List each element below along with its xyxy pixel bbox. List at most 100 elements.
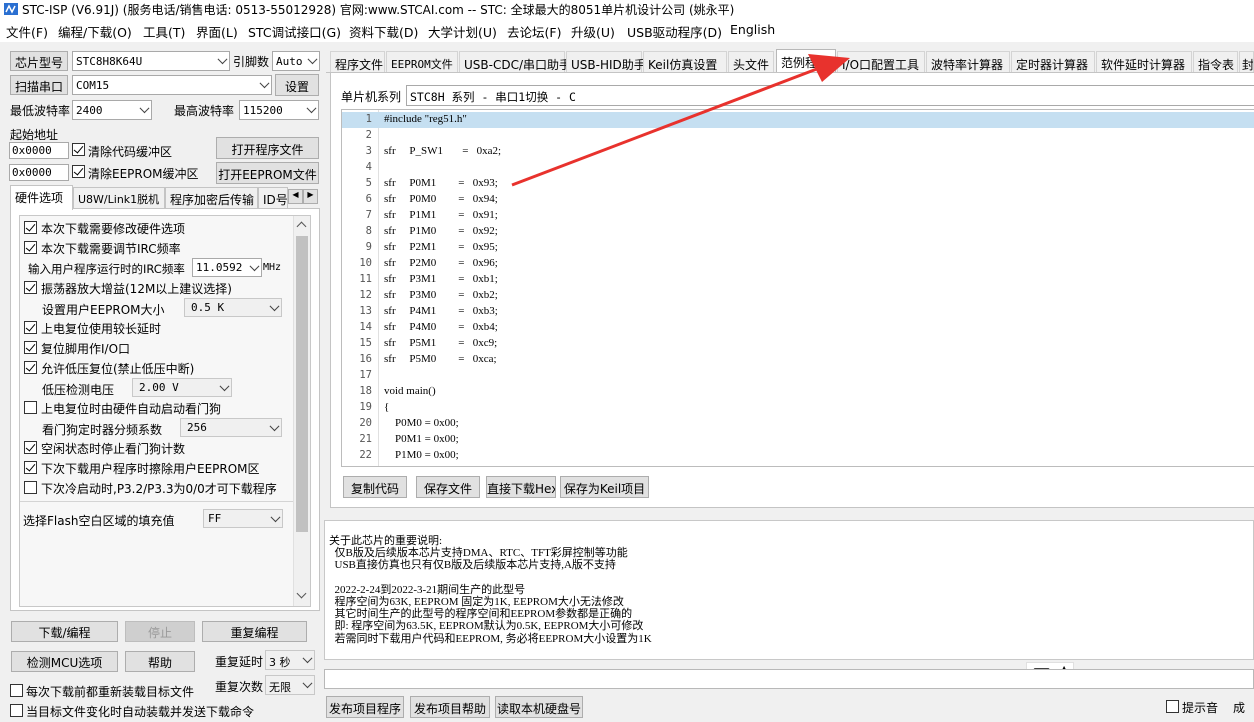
chip-type-select[interactable]: STC8H8K64U xyxy=(72,51,230,71)
auto-load-checkbox[interactable] xyxy=(10,704,23,717)
code-text: void main() xyxy=(384,385,436,397)
help-button[interactable]: 帮助 xyxy=(125,651,195,672)
scroll-up-icon[interactable] xyxy=(296,221,307,232)
direct-download-hex-button[interactable]: 直接下载Hex xyxy=(486,476,556,498)
download-button[interactable]: 下载/编程 xyxy=(11,621,118,642)
scan-port-button[interactable]: 扫描串口 xyxy=(10,75,68,95)
info-line: 2022-2-24到2022-3-21期间生产的此型号 xyxy=(329,583,526,596)
code-line: 13 sfr P4M1 = 0xb3; xyxy=(342,304,1254,320)
flash-fill-select[interactable]: FF xyxy=(203,509,283,528)
tab-hardware-options[interactable]: 硬件选项 xyxy=(10,185,73,210)
info-line: 即: 程序空间为63.5K, EEPROM默认为0.5K, EEPROM大小可修… xyxy=(329,620,644,633)
chevron-down-icon xyxy=(139,103,150,114)
status-input[interactable] xyxy=(324,669,1254,689)
line-number: 1 xyxy=(365,113,372,125)
tab-scroll-left-icon[interactable]: ◀ xyxy=(288,189,303,204)
save-keil-project-button[interactable]: 保存为Keil项目 xyxy=(560,476,649,498)
code-line: 11 sfr P3M1 = 0xb1; xyxy=(342,272,1254,288)
publish-help-button[interactable]: 发布项目帮助 xyxy=(410,696,490,718)
tab-u8w-offline[interactable]: U8W/Link1脱机 xyxy=(73,187,165,209)
tab-timer-calculator[interactable]: 定时器计算器 xyxy=(1011,51,1095,73)
opt-adjust-irc-checkbox[interactable] xyxy=(24,241,37,254)
code-line: 23 P1M1 = 0x00; xyxy=(342,464,1254,466)
line-number: 9 xyxy=(365,241,372,253)
wdt-prescaler-select[interactable]: 256 xyxy=(180,418,282,437)
menu-tools[interactable]: 工具(T) xyxy=(143,22,185,41)
stop-button[interactable]: 停止 xyxy=(125,621,195,642)
max-baud-label: 最高波特率 xyxy=(174,104,235,118)
max-baud-select[interactable]: 115200 xyxy=(239,100,319,120)
menu-file[interactable]: 文件(F) xyxy=(6,22,48,41)
opt-modify-hw-checkbox[interactable] xyxy=(24,221,37,234)
min-baud-select[interactable]: 2400 xyxy=(72,100,152,120)
menu-usb-driver[interactable]: USB驱动程序(D) xyxy=(627,22,722,41)
menu-forum[interactable]: 去论坛(F) xyxy=(507,22,561,41)
read-disk-id-button[interactable]: 读取本机硬盘号 xyxy=(495,696,583,718)
copy-code-button[interactable]: 复制代码 xyxy=(343,476,407,498)
hardware-options-panel: 本次下载需要修改硬件选项 本次下载需要调节IRC频率 输入用户程序运行时的IRC… xyxy=(10,208,320,611)
tab-scroll-right-icon[interactable]: ▶ xyxy=(303,189,318,204)
opt-idle-stop-wdt-checkbox[interactable] xyxy=(24,441,37,454)
opt-osc-gain-checkbox[interactable] xyxy=(24,281,37,294)
tab-program-file[interactable]: 程序文件 xyxy=(330,51,385,73)
opt-idle-stop-wdt-label: 空闲状态时停止看门狗计数 xyxy=(41,442,186,456)
lvd-voltage-select[interactable]: 2.00 V xyxy=(132,378,232,397)
tab-delay-calculator[interactable]: 软件延时计算器 xyxy=(1096,51,1192,73)
code-line: 12 sfr P3M0 = 0xb2; xyxy=(342,288,1254,304)
code-address-input[interactable]: 0x0000 xyxy=(9,142,69,159)
left-tab-strip: 硬件选项 U8W/Link1脱机 程序加密后传输 ID号 ◀ ▶ xyxy=(10,185,320,210)
detect-mcu-button[interactable]: 检测MCU选项 xyxy=(11,651,118,672)
reload-file-checkbox[interactable] xyxy=(10,684,23,697)
chevron-down-icon xyxy=(306,103,317,114)
eeprom-size-select[interactable]: 0.5 K xyxy=(184,298,282,317)
port-select[interactable]: COM15 xyxy=(72,75,272,95)
menu-debug[interactable]: STC调试接口(G) xyxy=(248,22,341,41)
info-line: 仅B版及后续版本芯片支持DMA、RTC、TFT彩屏控制等功能 xyxy=(329,547,628,560)
scroll-thumb[interactable] xyxy=(296,236,308,532)
settings-button[interactable]: 设置 xyxy=(275,74,319,96)
publish-program-button[interactable]: 发布项目程序 xyxy=(326,696,404,718)
tab-package[interactable]: 封 xyxy=(1239,51,1254,73)
menu-university[interactable]: 大学计划(U) xyxy=(428,22,497,41)
irc-frequency-select[interactable]: 11.0592 xyxy=(192,258,262,277)
clear-code-checkbox[interactable] xyxy=(72,143,85,156)
menu-upgrade[interactable]: 升级(U) xyxy=(571,22,615,41)
repeat-delay-select[interactable]: 3 秒 xyxy=(265,650,315,670)
hardware-options-list: 本次下载需要修改硬件选项 本次下载需要调节IRC频率 输入用户程序运行时的IRC… xyxy=(19,215,311,607)
clear-eeprom-checkbox[interactable] xyxy=(72,165,85,178)
opt-long-delay-checkbox[interactable] xyxy=(24,321,37,334)
tab-id[interactable]: ID号 xyxy=(258,187,288,209)
opt-low-voltage-reset-checkbox[interactable] xyxy=(24,361,37,374)
save-file-button[interactable]: 保存文件 xyxy=(416,476,480,498)
opt-erase-eeprom-checkbox[interactable] xyxy=(24,461,37,474)
opt-reset-io-checkbox[interactable] xyxy=(24,341,37,354)
reprogram-button[interactable]: 重复编程 xyxy=(202,621,307,642)
repeat-count-select[interactable]: 无限 xyxy=(265,675,315,695)
opt-auto-watchdog-checkbox[interactable] xyxy=(24,401,37,414)
pin-count-label: 引脚数 xyxy=(233,55,270,69)
scroll-down-icon[interactable] xyxy=(296,588,307,599)
code-text: P1M1 = 0x00; xyxy=(384,465,459,466)
red-arrow-annotation xyxy=(511,54,850,187)
eeprom-address-input[interactable]: 0x0000 xyxy=(9,164,69,181)
chevron-down-icon xyxy=(302,653,313,664)
code-line: 16 sfr P5M0 = 0xca; xyxy=(342,352,1254,368)
tab-encrypted-transfer[interactable]: 程序加密后传输 xyxy=(165,187,258,209)
menu-english[interactable]: English xyxy=(730,22,775,37)
menu-program[interactable]: 编程/下载(O) xyxy=(58,22,132,41)
tab-baud-calculator[interactable]: 波特率计算器 xyxy=(926,51,1010,73)
open-eeprom-button[interactable]: 打开EEPROM文件 xyxy=(216,162,319,184)
tab-eeprom-file[interactable]: EEPROM文件 xyxy=(386,51,458,73)
pin-count-select[interactable]: Auto xyxy=(272,51,320,71)
menu-interface[interactable]: 界面(L) xyxy=(196,22,238,41)
tab-instruction-table[interactable]: 指令表 xyxy=(1193,51,1238,73)
code-line: 14 sfr P4M0 = 0xb4; xyxy=(342,320,1254,336)
open-program-button[interactable]: 打开程序文件 xyxy=(216,137,319,159)
code-text: sfr P0M1 = 0x93; xyxy=(384,177,498,189)
sound-checkbox[interactable] xyxy=(1166,700,1179,713)
sound-label: 提示音 xyxy=(1182,701,1219,715)
opt-cold-boot-checkbox[interactable] xyxy=(24,481,37,494)
hardware-options-scrollbar[interactable] xyxy=(293,216,310,606)
menu-download[interactable]: 资料下载(D) xyxy=(349,22,418,41)
chip-type-button[interactable]: 芯片型号 xyxy=(10,51,68,71)
